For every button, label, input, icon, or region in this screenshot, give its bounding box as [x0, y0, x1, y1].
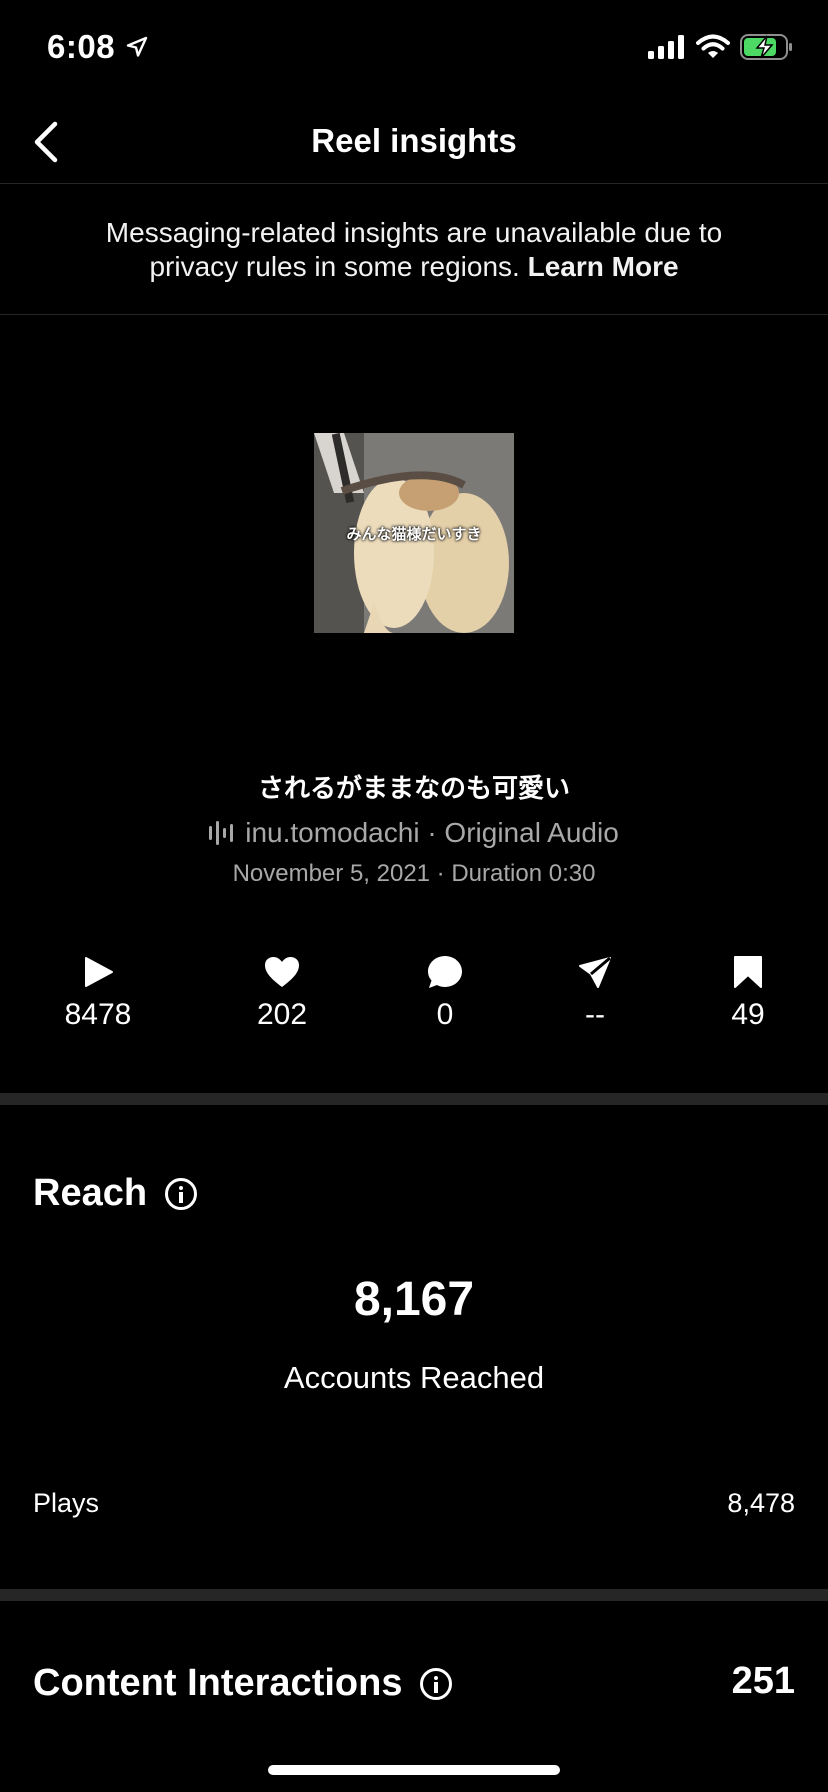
section-divider [0, 1589, 828, 1601]
section-divider [0, 1093, 828, 1105]
reach-title: Reach [33, 1172, 148, 1214]
page-title: Reel insights [311, 122, 517, 159]
bookmark-icon [734, 956, 762, 988]
plays-label: Plays [33, 1488, 100, 1518]
stat-comments: 0 [385, 952, 505, 1032]
info-icon[interactable] [165, 1177, 198, 1210]
content-interactions-title: Content Interactions [33, 1662, 403, 1704]
audio-waveform-icon [209, 821, 234, 845]
cellular-signal-icon [648, 35, 684, 59]
play-icon [85, 957, 113, 987]
stat-plays-value: 8478 [64, 998, 132, 1031]
status-time-text: 6:08 [47, 28, 116, 65]
stat-saves-value: 49 [731, 998, 765, 1031]
audio-label: inu.tomodachi · Original Audio [245, 817, 619, 848]
accounts-reached-value: 8,167 [353, 1273, 475, 1326]
location-arrow-icon [126, 36, 148, 57]
audio-attribution[interactable]: inu.tomodachi · Original Audio [0, 817, 828, 849]
wifi-icon [696, 34, 730, 58]
stats-row: 8478 202 0 -- 49 [0, 952, 828, 1042]
privacy-notice: Messaging-related insights are unavailab… [0, 184, 828, 315]
reel-meta: November 5, 2021 · Duration 0:30 [232, 860, 596, 887]
stat-shares: -- [535, 952, 655, 1032]
stat-likes-value: 202 [256, 998, 308, 1031]
accounts-reached-label: Accounts Reached [283, 1360, 545, 1395]
content-interactions-value: 251 [731, 1660, 795, 1702]
heart-icon [265, 957, 299, 987]
stat-likes: 202 [222, 952, 342, 1032]
home-indicator[interactable] [268, 1765, 560, 1775]
plays-row: Plays 8,478 [33, 1488, 795, 1519]
learn-more-link[interactable]: Learn More [528, 251, 679, 282]
reel-title: されるがままなのも可愛い [257, 773, 570, 803]
stat-saves: 49 [688, 952, 808, 1032]
info-icon[interactable] [420, 1667, 453, 1700]
status-time: 6:08 [47, 28, 149, 66]
reach-header: Reach [33, 1172, 198, 1215]
stat-plays: 8478 [38, 952, 158, 1032]
comment-icon [428, 956, 462, 988]
status-icons [648, 34, 794, 60]
reel-thumbnail[interactable]: みんな猫様だいすき [314, 433, 514, 633]
share-icon [579, 956, 611, 988]
stat-shares-value: -- [585, 998, 605, 1031]
nav-bar: Reel insights [0, 100, 828, 184]
stat-comments-value: 0 [436, 998, 454, 1031]
status-bar: 6:08 [0, 0, 828, 100]
content-interactions-header: Content Interactions [33, 1662, 453, 1705]
thumbnail-caption: みんな猫様だいすき [346, 526, 482, 543]
plays-value: 8,478 [727, 1488, 795, 1518]
battery-charging-icon [740, 34, 792, 60]
